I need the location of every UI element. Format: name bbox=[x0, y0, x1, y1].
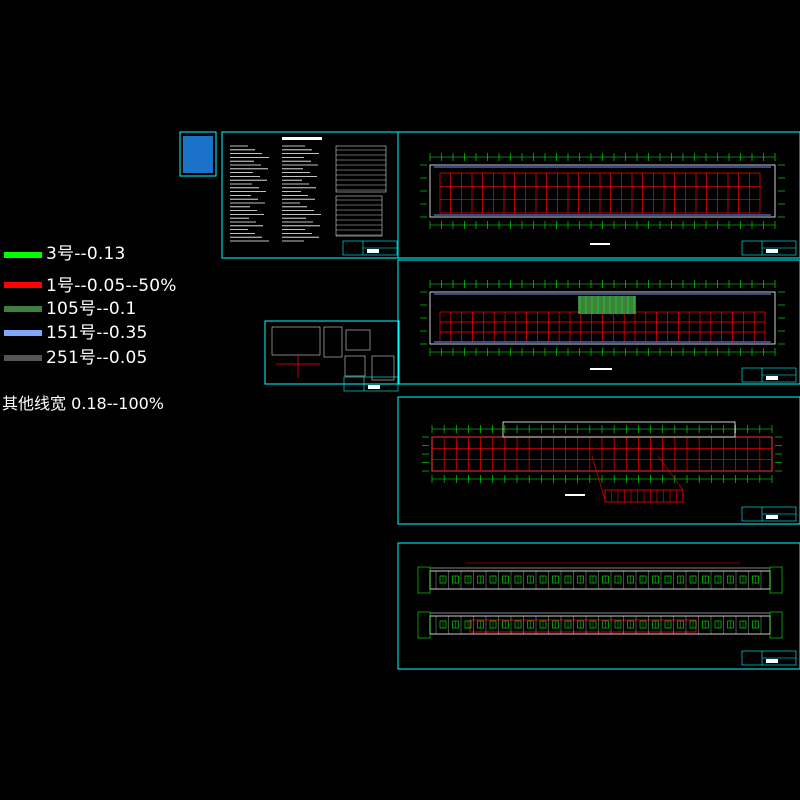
plan-1-content bbox=[420, 153, 797, 256]
sheet-elevation-frame bbox=[397, 542, 800, 670]
sheet-detail-frame bbox=[264, 320, 400, 385]
elevation-content bbox=[417, 562, 797, 666]
plan-3-content bbox=[422, 421, 797, 522]
notes-sheet-content bbox=[230, 137, 398, 256]
cover-sheet bbox=[179, 131, 217, 177]
sheet-plan-3-frame bbox=[397, 396, 800, 525]
detail-sheet-content bbox=[271, 326, 399, 392]
sheet-plan-1-frame bbox=[397, 131, 800, 259]
plan-2-content bbox=[420, 280, 797, 383]
cad-drawing bbox=[179, 131, 800, 670]
